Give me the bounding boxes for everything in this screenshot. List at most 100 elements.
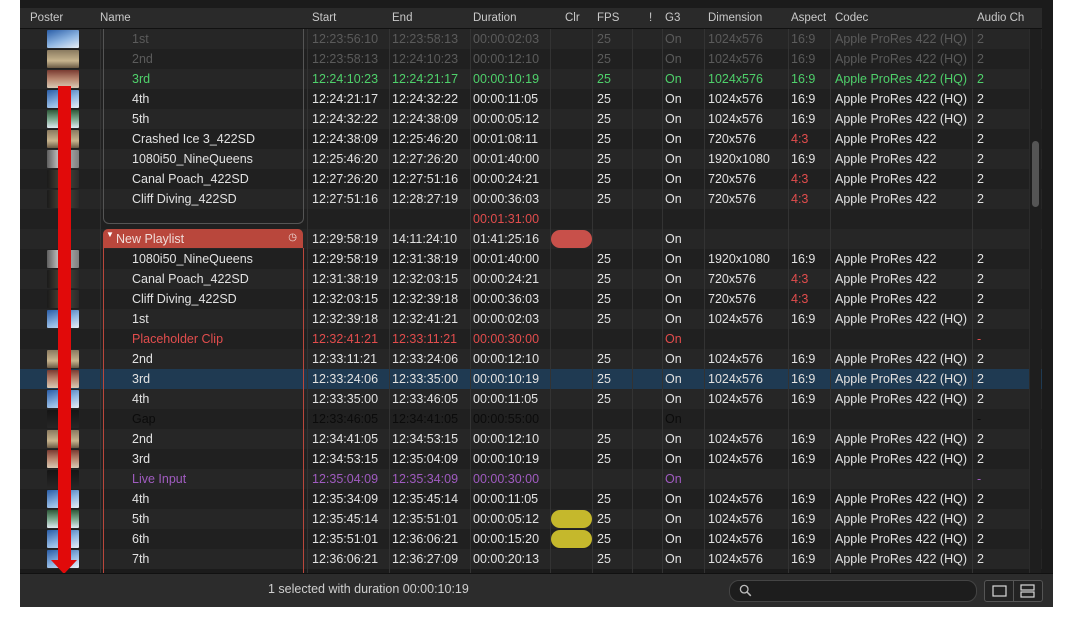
table-row[interactable]: 1st 12:23:56:10 12:23:58:13 00:00:02:03 25 On… (20, 29, 1042, 49)
table-row[interactable]: 5th 12:35:45:14 12:35:51:01 00:00:05:12 25 On… (20, 509, 1042, 529)
cell-codec: Apple ProRes 422 (835, 152, 937, 166)
cell-name: 5th (132, 512, 150, 526)
color-label-pill[interactable] (551, 230, 592, 248)
search-field[interactable] (729, 580, 977, 602)
cell-fps: 25 (597, 152, 611, 166)
table-row[interactable]: 1080i50_NineQueens 12:29:58:19 12:31:38:19… (20, 249, 1042, 269)
column-header-name[interactable]: Name (100, 8, 131, 28)
cell-aspect: 16:9 (791, 152, 816, 166)
disclosure-triangle-icon[interactable]: ▼ (106, 230, 114, 240)
cell-codec (835, 209, 977, 229)
table-row[interactable]: Live Input 12:35:04:09 12:35:34:09 00:00:30… (20, 469, 1042, 489)
red-down-arrow-icon (58, 86, 71, 562)
cell-dimension (708, 469, 790, 489)
column-header-aspect[interactable]: Aspect (791, 8, 826, 28)
table-row[interactable]: Placeholder Clip 12:32:41:21 12:33:11:21 00… (20, 329, 1042, 349)
cell-start: 12:35:34:09 (312, 492, 379, 506)
cell-aspect: 16:9 (791, 492, 816, 506)
cell-aspect (791, 209, 831, 229)
scrollbar-thumb[interactable] (1032, 141, 1039, 207)
cell-name: 6th (132, 532, 150, 546)
cell-name: 3rd (132, 452, 151, 466)
clip-list[interactable]: 1st 12:23:56:10 12:23:58:13 00:00:02:03 25 On… (20, 29, 1042, 573)
column-header-bang[interactable]: ! (649, 8, 652, 28)
column-header-clr[interactable]: Clr (565, 8, 580, 28)
table-row[interactable]: 00:01:31:00 (20, 209, 1042, 229)
column-header-g3[interactable]: G3 (665, 8, 680, 28)
view-toggle[interactable] (984, 580, 1043, 602)
column-header-end[interactable]: End (392, 8, 412, 28)
cell-name: Canal Poach_422SD (132, 172, 249, 186)
table-row[interactable]: 4th 12:24:21:17 12:24:32:22 00:00:11:05 25 On… (20, 89, 1042, 109)
table-row[interactable]: 6th 12:35:51:01 12:36:06:21 00:00:15:20 25 On… (20, 529, 1042, 549)
cell-start (312, 209, 392, 229)
cell-end: 12:35:34:09 (392, 472, 459, 486)
table-row[interactable]: 3rd 12:33:24:06 12:33:35:00 00:00:10:19 25 On… (20, 369, 1042, 389)
cell-aspect: 16:9 (791, 92, 816, 106)
vertical-scrollbar[interactable] (1029, 29, 1041, 573)
cell-fps: 25 (597, 52, 611, 66)
column-header-poster[interactable]: Poster (30, 8, 63, 28)
column-header: Poster Name Start End Duration Clr FPS! G3 Dimen… (20, 8, 1042, 29)
color-label-pill[interactable] (551, 530, 592, 548)
table-row[interactable]: Cliff Diving_422SD 12:27:51:16 12:28:27:19… (20, 189, 1042, 209)
table-row[interactable]: 2nd 12:33:11:21 12:33:24:06 00:00:12:10 25 On… (20, 349, 1042, 369)
table-row[interactable]: Gap 12:33:46:05 12:34:41:05 00:00:55:00 On - (20, 409, 1042, 429)
column-header-start[interactable]: Start (312, 8, 336, 28)
cell-fps: 25 (597, 312, 611, 326)
table-row[interactable]: Canal Poach_422SD 12:31:38:19 12:32:03:15 0… (20, 269, 1042, 289)
table-row[interactable]: Canal Poach_422SD 12:27:26:20 12:27:51:16 0… (20, 169, 1042, 189)
cell-fps: 25 (597, 132, 611, 146)
cell-duration: 00:00:24:21 (473, 172, 540, 186)
table-row[interactable]: 3rd 12:34:53:15 12:35:04:09 00:00:10:19 25 On… (20, 449, 1042, 469)
color-label-pill[interactable] (551, 510, 592, 528)
cell-g3: On (665, 132, 682, 146)
table-row[interactable]: Cliff Diving_422SD 12:32:03:15 12:32:39:18… (20, 289, 1042, 309)
cell-fps (597, 209, 633, 229)
cell-name: Crashed Ice 3_422SD (132, 132, 255, 146)
cell-duration: 00:00:55:00 (473, 412, 540, 426)
cell-name: 4th (132, 492, 150, 506)
cell-name: Live Input (132, 472, 187, 486)
cell-start: 12:32:39:18 (312, 312, 379, 326)
table-row[interactable]: 3rd 12:24:10:23 12:24:21:17 00:00:10:19 25 On… (20, 69, 1042, 89)
table-row[interactable]: 4th 12:35:34:09 12:35:45:14 00:00:11:05 25 On… (20, 489, 1042, 509)
cell-start: 12:33:46:05 (312, 412, 379, 426)
cell-g3: On (665, 152, 682, 166)
cell-g3: On (665, 392, 682, 406)
cell-codec: Apple ProRes 422 (HQ) (835, 512, 968, 526)
table-row[interactable]: 2nd 12:34:41:05 12:34:53:15 00:00:12:10 25 On… (20, 429, 1042, 449)
cell-audio (977, 209, 1017, 229)
table-row[interactable]: 7th 12:36:06:21 12:36:27:09 00:00:20:13 25 On… (20, 549, 1042, 569)
table-row[interactable]: 1st 12:32:39:18 12:32:41:21 00:00:02:03 25 On… (20, 309, 1042, 329)
table-row[interactable]: Crashed Ice 3_422SD 12:24:38:09 12:25:46:2… (20, 129, 1042, 149)
cell-audio: 2 (977, 32, 984, 46)
column-header-fps[interactable]: FPS (597, 8, 619, 28)
cell-fps: 25 (597, 532, 611, 546)
column-header-codec[interactable]: Codec (835, 8, 868, 28)
cell-end: 12:32:41:21 (392, 312, 459, 326)
cell-end: 12:24:32:22 (392, 92, 459, 106)
cell-end: 14:11:24:10 (392, 232, 458, 246)
column-header-audio[interactable]: Audio Ch (977, 8, 1024, 28)
cell-end: 12:35:51:01 (392, 512, 459, 526)
table-row[interactable]: 5th 12:24:32:22 12:24:38:09 00:00:05:12 25 On… (20, 109, 1042, 129)
cell-dimension: 1024x576 (708, 352, 763, 366)
cell-start: 12:23:58:13 (312, 52, 379, 66)
cell-duration: 00:00:11:05 (473, 92, 539, 106)
single-view-button[interactable] (985, 581, 1014, 601)
cell-duration: 00:00:36:03 (473, 292, 540, 306)
cell-audio: 2 (977, 192, 984, 206)
table-row[interactable]: 4th 12:33:35:00 12:33:46:05 00:00:11:05 25 On… (20, 389, 1042, 409)
column-header-dimension[interactable]: Dimension (708, 8, 762, 28)
table-row[interactable]: 1080i50_NineQueens 12:25:46:20 12:27:26:20… (20, 149, 1042, 169)
search-input[interactable] (758, 582, 967, 601)
cell-dimension: 1024x576 (708, 112, 763, 126)
playlist-row[interactable]: ▼ New Playlist ◷ 12:29:58:19 14:11:24:10 01:4… (20, 229, 1042, 249)
column-header-duration[interactable]: Duration (473, 8, 516, 28)
playlist-header[interactable]: ▼ New Playlist ◷ (103, 229, 303, 248)
list-view-button[interactable] (1014, 581, 1042, 601)
cell-name: 4th (132, 392, 150, 406)
cell-dimension (708, 229, 790, 249)
table-row[interactable]: 2nd 12:23:58:13 12:24:10:23 00:00:12:10 25 On… (20, 49, 1042, 69)
